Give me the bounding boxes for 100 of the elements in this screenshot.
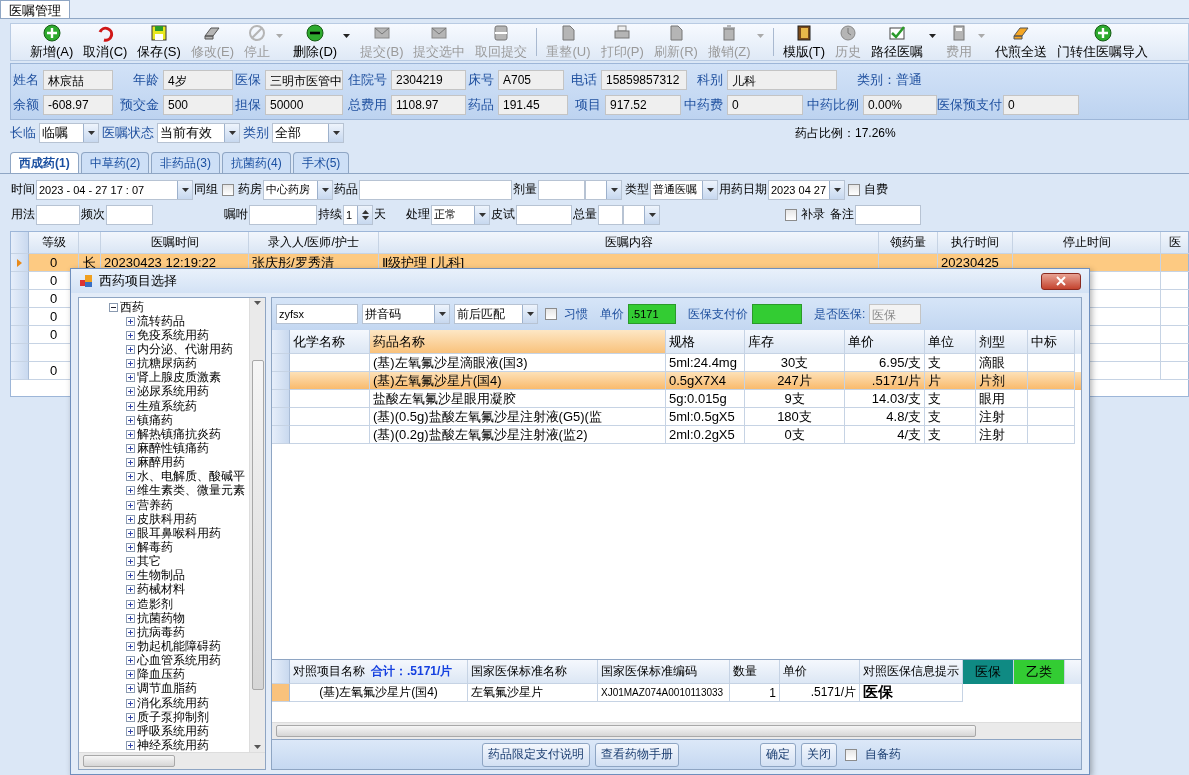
dropdown[interactable]: 2023 04 27 — [768, 179, 845, 200]
expand-icon[interactable] — [126, 458, 135, 468]
input-field[interactable] — [359, 179, 512, 200]
expand-icon[interactable] — [126, 740, 135, 750]
input-field[interactable] — [249, 204, 317, 225]
toolbar-button[interactable]: 删除(D) — [288, 23, 356, 61]
tree-item[interactable]: 生殖系统药 — [109, 399, 249, 414]
tree-item[interactable]: 水、电解质、酸碱平 — [109, 469, 249, 484]
tree-item[interactable]: 内分泌、代谢用药 — [109, 342, 249, 357]
row-header[interactable] — [11, 254, 29, 272]
tree-item[interactable]: 免疫系统用药 — [109, 328, 249, 343]
tree-item[interactable]: 解热镇痛抗炎药 — [109, 427, 249, 442]
tree-item[interactable]: 降血压药 — [109, 667, 249, 682]
tree-item[interactable]: 解毒药 — [109, 540, 249, 555]
dropdown[interactable]: 前后匹配 — [454, 304, 538, 324]
expand-icon[interactable] — [126, 415, 135, 425]
checkbox[interactable] — [848, 183, 860, 196]
checkbox[interactable] — [545, 308, 557, 320]
toolbar-button[interactable]: 门转住医嘱导入 — [1052, 23, 1154, 61]
search-field[interactable]: zyfsx — [276, 304, 358, 324]
tree-item[interactable]: 营养药 — [109, 497, 249, 513]
dropdown[interactable]: 普通医嘱 — [650, 179, 718, 200]
expand-icon[interactable] — [126, 656, 135, 666]
tree-item[interactable]: 勃起机能障碍药 — [109, 639, 249, 654]
category-tab[interactable]: 非药品(3) — [151, 152, 220, 173]
dropdown[interactable]: 正常 — [431, 204, 490, 225]
checkbox[interactable] — [222, 183, 234, 196]
expand-icon[interactable] — [126, 726, 135, 736]
tree-item[interactable]: 眼耳鼻喉科用药 — [109, 526, 249, 541]
tree-item[interactable]: 肾上腺皮质激素 — [109, 370, 249, 385]
tree-item[interactable]: 神经系统用药 — [109, 738, 249, 752]
expand-icon[interactable] — [126, 500, 135, 510]
expand-icon[interactable] — [126, 670, 135, 680]
drug-row[interactable]: (基)左氧氟沙星片(国4) 0.5gX7X4 247片 .5171/片 片 片剂 — [272, 372, 1081, 390]
category-tab[interactable]: 中草药(2) — [80, 152, 150, 173]
expand-icon[interactable] — [126, 599, 135, 609]
tree-item[interactable]: 流转药品 — [109, 314, 249, 329]
dialog-button[interactable]: 确定 — [760, 742, 796, 767]
input-field[interactable] — [516, 204, 572, 225]
expand-icon[interactable] — [126, 684, 135, 694]
dialog-button[interactable]: 关闭 — [801, 742, 837, 767]
input-field[interactable] — [538, 179, 585, 200]
expand-icon[interactable] — [126, 571, 135, 581]
spin-field[interactable]: 1 — [343, 204, 373, 225]
toolbar-button[interactable]: 代煎全送 — [990, 23, 1053, 61]
expand-icon[interactable] — [126, 401, 135, 411]
expand-icon[interactable] — [126, 528, 135, 538]
expand-icon[interactable] — [126, 359, 135, 369]
toolbar-button[interactable]: 新增(A) — [25, 23, 79, 61]
dropdown[interactable]: 全部 — [272, 123, 344, 143]
expand-icon[interactable] — [126, 613, 135, 623]
dropdown[interactable]: 2023 - 04 - 27 17 : 07 — [36, 179, 193, 200]
tree-item[interactable]: 造影剂 — [109, 596, 249, 612]
expand-icon[interactable] — [126, 698, 135, 708]
expand-icon[interactable] — [126, 330, 135, 340]
dropdown[interactable] — [585, 179, 622, 200]
tree-item[interactable]: 呼吸系统用药 — [109, 724, 249, 739]
checkbox[interactable] — [785, 208, 797, 221]
toolbar-button[interactable]: 路径医嘱 — [866, 23, 942, 61]
expand-icon[interactable] — [126, 316, 135, 326]
tree-item[interactable]: 其它 — [109, 554, 249, 569]
tree-item[interactable]: 维生素类、微量元素 — [109, 483, 249, 498]
tree-item[interactable]: 心血管系统用药 — [109, 653, 249, 668]
dialog-button[interactable]: 查看药物手册 — [595, 742, 679, 767]
expand-icon[interactable] — [126, 345, 135, 354]
expand-icon[interactable] — [126, 472, 135, 482]
dropdown[interactable]: 当前有效 — [157, 123, 240, 143]
expand-icon[interactable] — [126, 557, 135, 567]
toolbar-button[interactable]: 保存(S) — [132, 23, 186, 61]
dialog-button[interactable]: 药品限定支付说明 — [482, 742, 590, 767]
tree-item[interactable]: 消化系统用药 — [109, 695, 249, 711]
toolbar-button[interactable]: 模版(T) — [777, 23, 831, 61]
expand-icon[interactable] — [126, 387, 135, 397]
input-field[interactable] — [106, 204, 153, 225]
scrollbar[interactable] — [249, 298, 265, 752]
tree-item[interactable]: 泌尿系统用药 — [109, 384, 249, 399]
expand-icon[interactable] — [126, 627, 135, 637]
column-header[interactable]: 药品名称 — [370, 330, 666, 354]
expand-icon[interactable] — [126, 712, 135, 722]
tree-item[interactable]: 抗菌药物 — [109, 611, 249, 626]
expand-icon[interactable] — [126, 373, 135, 383]
dropdown[interactable] — [623, 204, 660, 225]
expand-icon[interactable] — [126, 542, 135, 552]
category-tab[interactable]: 西成药(1) — [10, 152, 79, 173]
collapse-icon[interactable] — [109, 302, 118, 312]
tree-item[interactable]: 药械材料 — [109, 582, 249, 597]
category-tab[interactable]: 抗菌药(4) — [222, 152, 291, 173]
scrollbar[interactable] — [272, 722, 1081, 739]
tree-item[interactable]: 镇痛药 — [109, 413, 249, 428]
input-field[interactable] — [36, 204, 80, 225]
expand-icon[interactable] — [126, 585, 135, 595]
tree-item[interactable]: 生物制品 — [109, 568, 249, 583]
tree-item[interactable]: 皮肤科用药 — [109, 512, 249, 527]
close-button[interactable] — [1041, 272, 1081, 290]
tree-item[interactable]: 抗病毒药 — [109, 625, 249, 640]
expand-icon[interactable] — [126, 443, 135, 453]
tree-item[interactable]: 西药 — [109, 300, 249, 315]
toolbar-button[interactable]: 取消(C) — [78, 23, 133, 61]
column-header[interactable]: 对照项目名称 — [293, 663, 365, 680]
tree-item[interactable]: 质子泵抑制剂 — [109, 710, 249, 725]
